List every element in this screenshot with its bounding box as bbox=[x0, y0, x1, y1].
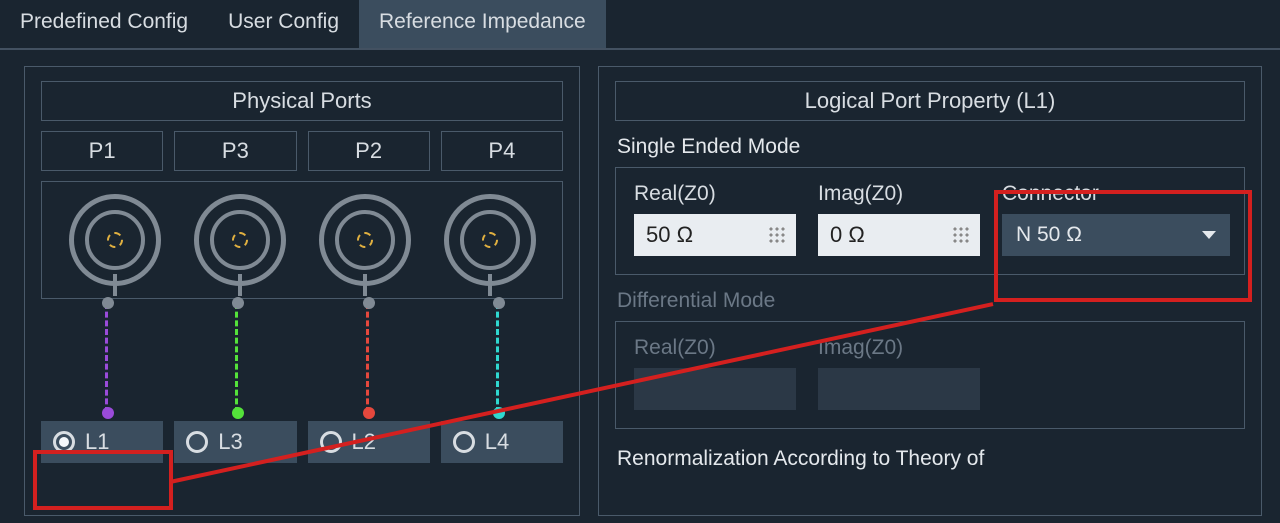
connector-select[interactable]: N 50 Ω bbox=[1002, 214, 1230, 256]
wire-l2 bbox=[366, 303, 369, 413]
diff-real-z0-input bbox=[634, 368, 796, 410]
diff-imag-z0-input bbox=[818, 368, 980, 410]
tab-predefined-config[interactable]: Predefined Config bbox=[0, 0, 208, 48]
chevron-down-icon bbox=[1202, 231, 1216, 239]
differential-mode-label: Differential Mode bbox=[617, 289, 1245, 313]
port-wire-area bbox=[41, 303, 563, 413]
logical-port-l2[interactable]: L2 bbox=[308, 421, 430, 463]
diff-imag-z0-label: Imag(Z0) bbox=[818, 336, 980, 360]
port-connector-icon[interactable] bbox=[319, 194, 411, 286]
keypad-icon[interactable] bbox=[768, 226, 786, 244]
port-icons-box bbox=[41, 181, 563, 299]
field-imag-z0: Imag(Z0) 0 Ω bbox=[818, 182, 980, 256]
radio-icon bbox=[453, 431, 475, 453]
logical-port-label: L1 bbox=[85, 429, 109, 455]
logical-port-l3[interactable]: L3 bbox=[174, 421, 296, 463]
wire-l4 bbox=[496, 303, 499, 413]
port-connector-icon[interactable] bbox=[69, 194, 161, 286]
port-label-p4: P4 bbox=[441, 131, 563, 171]
radio-icon bbox=[53, 431, 75, 453]
logical-port-property-panel: Logical Port Property (L1) Single Ended … bbox=[598, 66, 1262, 516]
port-label-p3: P3 bbox=[174, 131, 296, 171]
field-diff-real-z0: Real(Z0) bbox=[634, 336, 796, 410]
single-ended-mode-box: Real(Z0) 50 Ω Imag(Z0) 0 Ω Connector bbox=[615, 167, 1245, 275]
logical-port-l1[interactable]: L1 bbox=[41, 421, 163, 463]
port-label-p1: P1 bbox=[41, 131, 163, 171]
renormalization-label: Renormalization According to Theory of bbox=[617, 447, 1245, 471]
logical-port-property-title: Logical Port Property (L1) bbox=[615, 81, 1245, 121]
real-z0-input[interactable]: 50 Ω bbox=[634, 214, 796, 256]
port-connector-icon[interactable] bbox=[194, 194, 286, 286]
physical-ports-title: Physical Ports bbox=[41, 81, 563, 121]
diff-real-z0-label: Real(Z0) bbox=[634, 336, 796, 360]
field-real-z0: Real(Z0) 50 Ω bbox=[634, 182, 796, 256]
radio-icon bbox=[320, 431, 342, 453]
logical-ports-row: L1 L3 L2 L4 bbox=[41, 421, 563, 463]
logical-port-label: L3 bbox=[218, 429, 242, 455]
tab-reference-impedance[interactable]: Reference Impedance bbox=[359, 0, 606, 48]
real-z0-label: Real(Z0) bbox=[634, 182, 796, 206]
port-connector-icon[interactable] bbox=[444, 194, 536, 286]
imag-z0-label: Imag(Z0) bbox=[818, 182, 980, 206]
logical-port-l4[interactable]: L4 bbox=[441, 421, 563, 463]
connector-label: Connector bbox=[1002, 182, 1230, 206]
wire-l3 bbox=[235, 303, 238, 413]
keypad-icon[interactable] bbox=[952, 226, 970, 244]
physical-ports-panel: Physical Ports P1 P3 P2 P4 bbox=[24, 66, 580, 516]
tab-user-config[interactable]: User Config bbox=[208, 0, 359, 48]
field-diff-imag-z0: Imag(Z0) bbox=[818, 336, 980, 410]
imag-z0-input[interactable]: 0 Ω bbox=[818, 214, 980, 256]
tab-bar: Predefined Config User Config Reference … bbox=[0, 0, 1280, 48]
differential-mode-box: Real(Z0) Imag(Z0) bbox=[615, 321, 1245, 429]
radio-icon bbox=[186, 431, 208, 453]
single-ended-mode-label: Single Ended Mode bbox=[617, 135, 1245, 159]
wire-l1 bbox=[105, 303, 108, 413]
logical-port-label: L4 bbox=[485, 429, 509, 455]
logical-port-label: L2 bbox=[352, 429, 376, 455]
port-labels-row: P1 P3 P2 P4 bbox=[41, 131, 563, 171]
field-connector: Connector N 50 Ω bbox=[1002, 182, 1230, 256]
port-label-p2: P2 bbox=[308, 131, 430, 171]
